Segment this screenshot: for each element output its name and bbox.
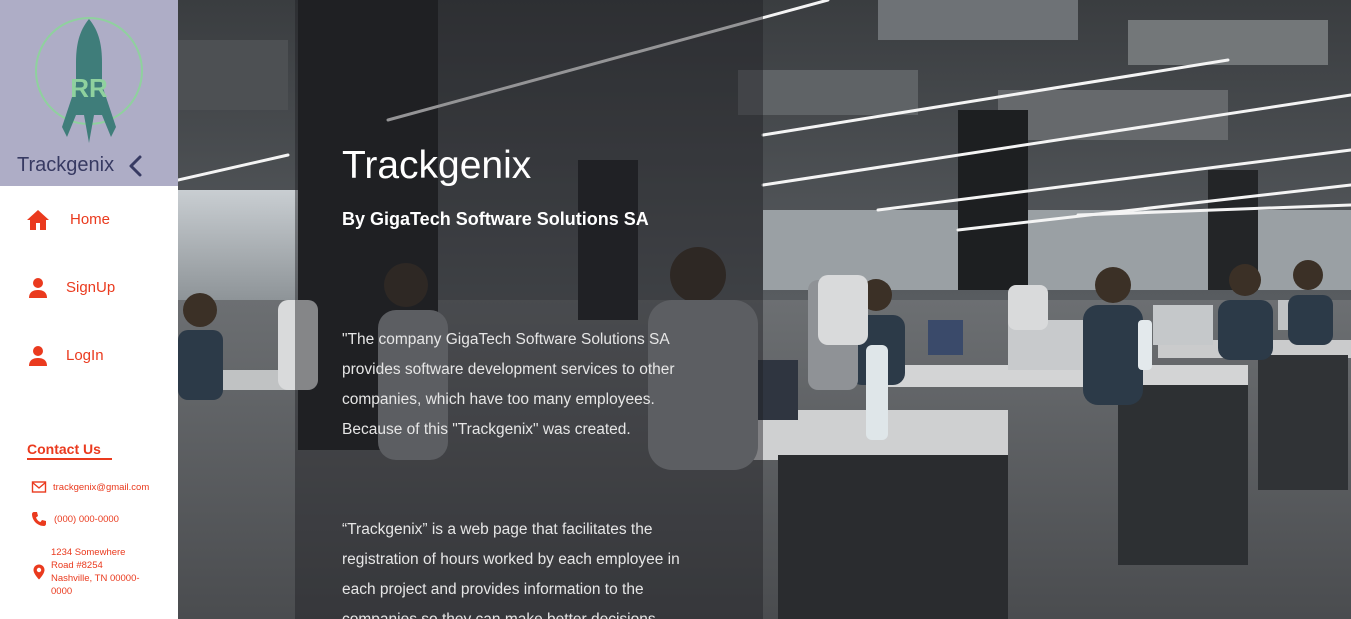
contact-underline <box>27 458 112 460</box>
nav-item-home[interactable]: Home <box>0 200 178 240</box>
home-icon <box>27 210 49 230</box>
envelope-icon <box>31 481 47 493</box>
nav-item-signup[interactable]: SignUp <box>0 268 178 308</box>
nav-label-signup: SignUp <box>66 279 116 296</box>
phone-icon <box>32 512 46 526</box>
contact-email[interactable]: trackgenix@gmail.com <box>0 478 178 496</box>
user-icon <box>29 278 47 298</box>
brand-header: RR Trackgenix <box>0 0 178 186</box>
contact-title: Contact Us <box>27 441 101 457</box>
address-line: Nashville, TN 00000- <box>51 573 140 584</box>
chevron-left-icon[interactable] <box>126 154 146 178</box>
contact-email-text: trackgenix@gmail.com <box>53 482 150 493</box>
address-line: Road #8254 <box>51 560 103 571</box>
hero-paragraph: "The company GigaTech Software Solutions… <box>342 331 675 438</box>
svg-text:RR: RR <box>70 73 108 103</box>
nav-label-home: Home <box>70 211 111 228</box>
contact-phone[interactable]: (000) 000-0000 <box>0 510 178 528</box>
map-pin-icon <box>33 564 45 580</box>
rocket-logo-icon: RR <box>35 17 143 143</box>
contact-address-text: 1234 Somewhere Road #8254 Nashville, TN … <box>51 546 151 598</box>
user-icon <box>29 346 47 366</box>
nav-item-login[interactable]: LogIn <box>0 336 178 376</box>
hero-title: Trackgenix <box>342 144 532 187</box>
nav-label-login: LogIn <box>66 347 104 364</box>
contact-phone-text: (000) 000-0000 <box>54 514 119 525</box>
brand-name: Trackgenix <box>17 154 115 176</box>
hero-paragraph: “Trackgenix” is a web page that facilita… <box>342 521 680 619</box>
sidebar: RR Trackgenix Home SignUp LogIn Contact … <box>0 0 178 619</box>
hero-section: Trackgenix By GigaTech Software Solution… <box>178 0 1351 619</box>
app-root: RR Trackgenix Home SignUp LogIn Contact … <box>0 0 1351 619</box>
contact-address[interactable]: 1234 Somewhere Road #8254 Nashville, TN … <box>0 546 178 600</box>
hero-subtitle: By GigaTech Software Solutions SA <box>342 209 649 229</box>
address-line: 1234 Somewhere <box>51 547 126 558</box>
address-line: 0000 <box>51 586 73 597</box>
